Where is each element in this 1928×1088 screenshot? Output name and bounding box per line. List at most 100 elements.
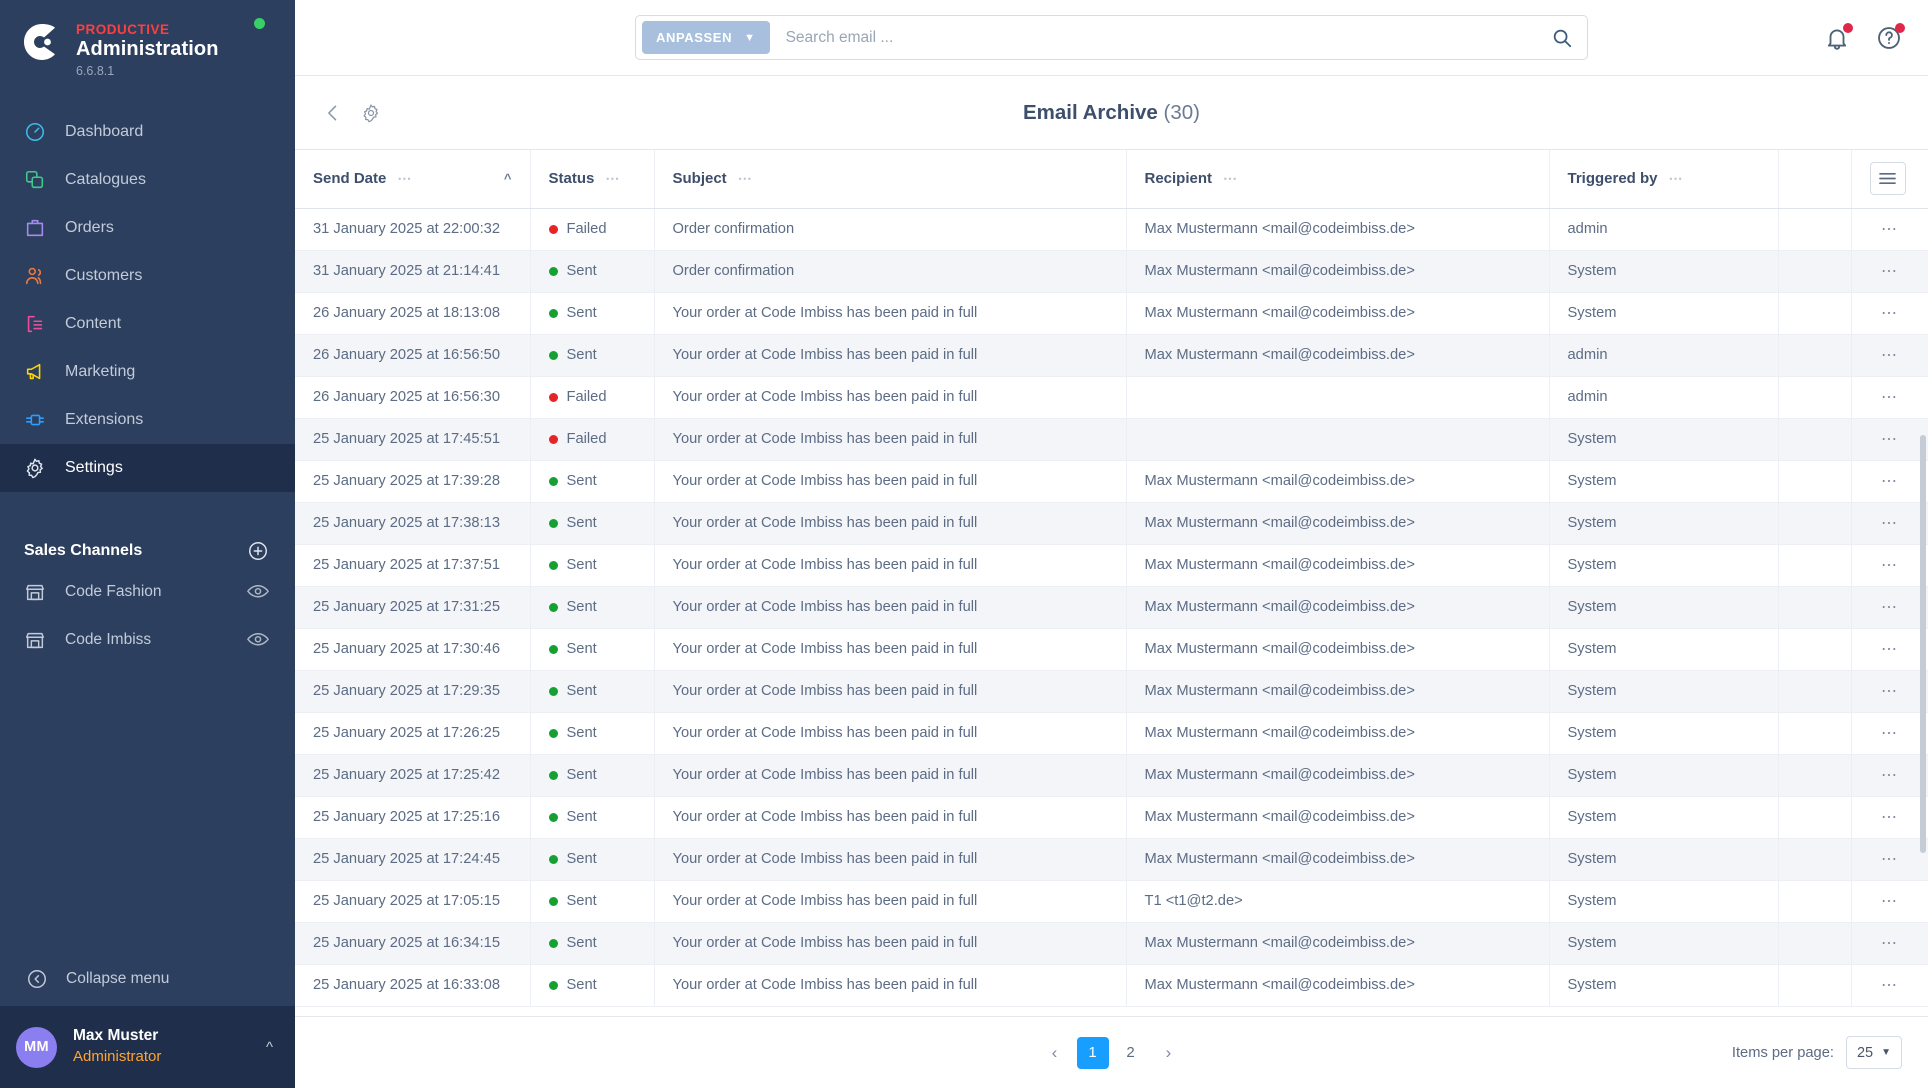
row-actions-menu[interactable]: ⋯ — [1851, 250, 1928, 293]
column-options-icon[interactable]: ⋯ — [738, 170, 753, 187]
search-icon[interactable] — [1551, 27, 1573, 49]
page-settings-gear-icon[interactable] — [361, 103, 381, 123]
sidebar-item-extensions[interactable]: Extensions — [0, 396, 295, 444]
cell-status: Sent — [530, 502, 655, 545]
add-sales-channel-icon[interactable] — [247, 540, 269, 562]
row-actions-menu[interactable]: ⋯ — [1851, 628, 1928, 671]
cell-triggered-by: System — [1549, 544, 1779, 587]
cell-recipient: Max Mustermann <mail@codeimbiss.de> — [1126, 250, 1550, 293]
table-row[interactable]: 25 January 2025 at 17:39:28 Sent Your orde… — [295, 460, 1928, 503]
notifications-bell-icon[interactable] — [1824, 23, 1853, 51]
row-actions-menu[interactable]: ⋯ — [1851, 208, 1928, 251]
customize-button[interactable]: ANPASSEN ▼ — [642, 21, 770, 54]
row-actions-menu[interactable]: ⋯ — [1851, 670, 1928, 713]
sidebar-item-customers[interactable]: Customers — [0, 252, 295, 300]
row-actions-menu[interactable]: ⋯ — [1851, 796, 1928, 839]
visibility-eye-icon[interactable] — [247, 631, 269, 649]
sidebar-item-code-imbiss[interactable]: Code Imbiss — [0, 616, 295, 664]
table-row[interactable]: 26 January 2025 at 16:56:30 Failed Your or… — [295, 376, 1928, 419]
table-row[interactable]: 25 January 2025 at 17:25:42 Sent Your orde… — [295, 754, 1928, 797]
scrollbar-thumb[interactable] — [1920, 435, 1926, 854]
column-options-icon[interactable]: ⋯ — [1669, 170, 1684, 187]
pagination-prev[interactable]: ‹ — [1039, 1037, 1071, 1069]
items-per-page-select[interactable]: 25 ▼ — [1845, 1036, 1902, 1069]
sidebar-item-settings[interactable]: Settings — [0, 444, 295, 492]
table-row[interactable]: 25 January 2025 at 16:33:08 Sent Your orde… — [295, 964, 1928, 1007]
cell-spacer — [1778, 586, 1852, 629]
cell-triggered-by: System — [1549, 460, 1779, 503]
cell-status: Sent — [530, 460, 655, 503]
items-per-page-value: 25 — [1856, 1044, 1874, 1061]
table-row[interactable]: 25 January 2025 at 17:26:25 Sent Your orde… — [295, 712, 1928, 755]
sidebar-item-code-fashion[interactable]: Code Fashion — [0, 568, 295, 616]
row-actions-menu[interactable]: ⋯ — [1851, 292, 1928, 335]
table-row[interactable]: 31 January 2025 at 21:14:41 Sent Order con… — [295, 250, 1928, 293]
row-actions-menu[interactable]: ⋯ — [1851, 922, 1928, 965]
column-header-send-date[interactable]: Send Date ⋯ ^ — [295, 150, 531, 209]
row-actions-menu[interactable]: ⋯ — [1851, 712, 1928, 755]
table-row[interactable]: 25 January 2025 at 17:37:51 Sent Your orde… — [295, 544, 1928, 587]
table-row[interactable]: 31 January 2025 at 22:00:32 Failed Order c… — [295, 208, 1928, 251]
row-actions-menu[interactable]: ⋯ — [1851, 376, 1928, 419]
column-header-status[interactable]: Status ⋯ — [530, 150, 655, 209]
page-title-count: (30) — [1163, 100, 1200, 124]
cell-subject: Order confirmation — [654, 208, 1127, 251]
brand-block[interactable]: PRODUCTIVE Administration 6.6.8.1 — [0, 0, 295, 96]
row-actions-menu[interactable]: ⋯ — [1851, 880, 1928, 923]
table-row[interactable]: 25 January 2025 at 17:05:15 Sent Your orde… — [295, 880, 1928, 923]
table-row[interactable]: 25 January 2025 at 17:24:45 Sent Your orde… — [295, 838, 1928, 881]
cell-send-date: 31 January 2025 at 22:00:32 — [295, 208, 531, 251]
row-actions-menu[interactable]: ⋯ — [1851, 418, 1928, 461]
search-input[interactable] — [769, 28, 1551, 47]
column-options-icon[interactable]: ⋯ — [605, 170, 620, 187]
pagination-next[interactable]: › — [1153, 1037, 1185, 1069]
column-options-icon[interactable]: ⋯ — [397, 170, 412, 187]
pagination-page-1[interactable]: 1 — [1076, 1036, 1109, 1069]
table-row[interactable]: 25 January 2025 at 17:38:13 Sent Your orde… — [295, 502, 1928, 545]
table-row[interactable]: 25 January 2025 at 17:29:35 Sent Your orde… — [295, 670, 1928, 713]
row-actions-menu[interactable]: ⋯ — [1851, 838, 1928, 881]
sidebar-item-dashboard[interactable]: Dashboard — [0, 108, 295, 156]
sidebar-item-orders[interactable]: Orders — [0, 204, 295, 252]
table-row[interactable]: 25 January 2025 at 17:30:46 Sent Your orde… — [295, 628, 1928, 671]
vertical-scrollbar[interactable] — [1920, 210, 1926, 1014]
avatar: MM — [16, 1026, 57, 1068]
top-bar-actions — [1824, 0, 1905, 76]
row-actions-menu[interactable]: ⋯ — [1851, 460, 1928, 503]
sort-ascending-icon[interactable]: ^ — [504, 171, 512, 186]
cell-subject: Your order at Code Imbiss has been paid … — [654, 838, 1127, 881]
table-settings-icon[interactable] — [1869, 162, 1906, 196]
column-header-subject[interactable]: Subject ⋯ — [654, 150, 1127, 209]
chevron-up-icon[interactable]: ^ — [266, 1039, 273, 1056]
row-actions-menu[interactable]: ⋯ — [1851, 334, 1928, 377]
sidebar-item-marketing[interactable]: Marketing — [0, 348, 295, 396]
cell-subject: Your order at Code Imbiss has been paid … — [654, 586, 1127, 629]
visibility-eye-icon[interactable] — [247, 583, 269, 601]
pagination-page-2[interactable]: 2 — [1115, 1037, 1147, 1069]
column-options-icon[interactable]: ⋯ — [1223, 170, 1238, 187]
status-label: Sent — [566, 767, 597, 783]
row-actions-menu[interactable]: ⋯ — [1851, 964, 1928, 1007]
row-actions-menu[interactable]: ⋯ — [1851, 754, 1928, 797]
sidebar-item-label: Extensions — [65, 411, 144, 428]
table-row[interactable]: 25 January 2025 at 17:45:51 Failed Your or… — [295, 418, 1928, 461]
row-actions-menu[interactable]: ⋯ — [1851, 586, 1928, 629]
collapse-menu-button[interactable]: Collapse menu — [0, 952, 295, 1006]
cell-recipient — [1126, 418, 1550, 461]
table-row[interactable]: 26 January 2025 at 18:13:08 Sent Your orde… — [295, 292, 1928, 335]
column-header-triggered-by[interactable]: Triggered by ⋯ — [1549, 150, 1779, 209]
cell-send-date: 25 January 2025 at 17:37:51 — [295, 544, 531, 587]
row-actions-menu[interactable]: ⋯ — [1851, 502, 1928, 545]
help-icon[interactable] — [1876, 23, 1905, 51]
table-row[interactable]: 25 January 2025 at 17:25:16 Sent Your orde… — [295, 796, 1928, 839]
table-row[interactable]: 26 January 2025 at 16:56:50 Sent Your orde… — [295, 334, 1928, 377]
table-row[interactable]: 25 January 2025 at 17:31:25 Sent Your orde… — [295, 586, 1928, 629]
row-actions-menu[interactable]: ⋯ — [1851, 544, 1928, 587]
column-header-recipient[interactable]: Recipient ⋯ — [1126, 150, 1550, 209]
table-row[interactable]: 25 January 2025 at 16:34:15 Sent Your orde… — [295, 922, 1928, 965]
sidebar-item-content[interactable]: Content — [0, 300, 295, 348]
back-chevron-icon[interactable] — [323, 103, 343, 123]
main-area: ANPASSEN ▼ Search email ... Email Archiv… — [295, 0, 1928, 1088]
sidebar-item-catalogues[interactable]: Catalogues — [0, 156, 295, 204]
user-account-bar[interactable]: MM Max Muster Administrator ^ — [0, 1006, 295, 1088]
